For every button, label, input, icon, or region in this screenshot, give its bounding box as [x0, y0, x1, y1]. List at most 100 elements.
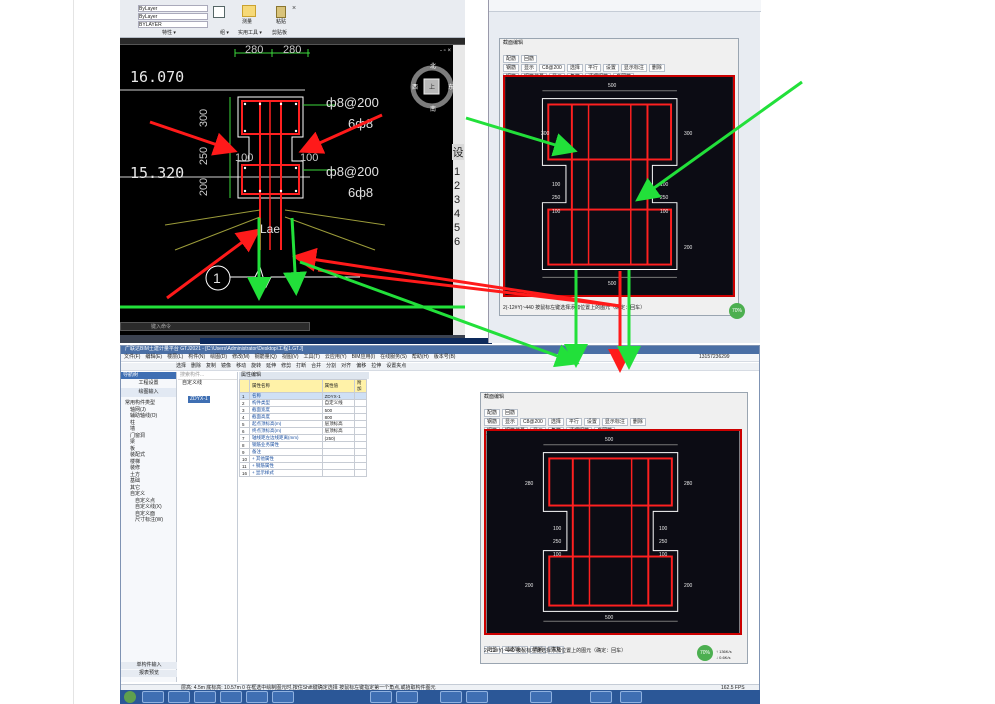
- menu-tools[interactable]: 工具(T): [304, 354, 320, 361]
- task-button-5[interactable]: [246, 691, 268, 703]
- nav-project-settings[interactable]: 工程设置: [121, 379, 176, 388]
- prop-extra-checkbox[interactable]: [354, 392, 367, 400]
- property-row[interactable]: 11 + 钢筋属性: [238, 462, 367, 470]
- property-row[interactable]: 4 截面高度 800: [238, 413, 367, 421]
- tb-move[interactable]: 移动: [236, 363, 246, 370]
- tb-merge[interactable]: 合并: [311, 363, 321, 370]
- task-button-1[interactable]: [142, 691, 164, 703]
- prop-extra-checkbox[interactable]: [354, 462, 367, 470]
- command-line[interactable]: 键入命令: [120, 322, 310, 331]
- task-button-13[interactable]: [620, 691, 642, 703]
- prop-value[interactable]: [321, 462, 356, 470]
- layer-row-3[interactable]: BYLAYER: [138, 21, 208, 28]
- menu-draw[interactable]: 绘图(D): [210, 354, 227, 361]
- property-row[interactable]: 10 + 其他属性: [238, 455, 367, 463]
- tb-extend[interactable]: 延伸: [266, 363, 276, 370]
- component-group[interactable]: 自定义线: [178, 380, 237, 387]
- close-icon[interactable]: ×: [292, 5, 298, 12]
- compass-center[interactable]: 上: [429, 82, 435, 91]
- component-search[interactable]: 搜索构件...: [178, 372, 237, 380]
- tb-offset[interactable]: 偏移: [356, 363, 366, 370]
- task-button-3[interactable]: [194, 691, 216, 703]
- prop-value[interactable]: [321, 441, 356, 449]
- start-button[interactable]: [124, 691, 136, 703]
- tb-select[interactable]: 选择: [176, 363, 186, 370]
- prop-extra-checkbox[interactable]: [354, 441, 367, 449]
- tb-delete[interactable]: 删除: [191, 363, 201, 370]
- nav-report-preview[interactable]: 报表预览: [121, 670, 177, 677]
- prop-extra-checkbox[interactable]: [354, 420, 367, 428]
- tb-grip[interactable]: 设置夹点: [386, 363, 406, 370]
- account-number[interactable]: 13157236299: [699, 354, 730, 361]
- group-icon[interactable]: [213, 6, 225, 18]
- property-row[interactable]: 9 备注: [238, 448, 367, 456]
- property-row[interactable]: 2 构件类型 自定义线: [238, 399, 367, 407]
- nav-single-input[interactable]: 单构件输入: [121, 662, 177, 669]
- prop-extra-checkbox[interactable]: [354, 448, 367, 456]
- dialog-canvas-top[interactable]: [503, 75, 735, 297]
- menu-cloud[interactable]: 云应用(Y): [325, 354, 347, 361]
- window-controls[interactable]: - ▫ ×: [440, 48, 451, 54]
- task-button-11[interactable]: [530, 691, 552, 703]
- property-row[interactable]: 7 轴线距左边线距离(mm) (250): [238, 434, 367, 442]
- menu-help[interactable]: 帮助(H): [412, 354, 429, 361]
- menu-bim[interactable]: BIM应用(I): [352, 354, 376, 361]
- prop-extra-checkbox[interactable]: [354, 413, 367, 421]
- tb-trim[interactable]: 修剪: [281, 363, 291, 370]
- tb-rotate[interactable]: 旋转: [251, 363, 261, 370]
- menu-modify[interactable]: 修改(M): [232, 354, 250, 361]
- task-button-8[interactable]: [396, 691, 418, 703]
- tb-stretch[interactable]: 拉伸: [371, 363, 381, 370]
- component-item-selected[interactable]: ZDYX-1: [188, 396, 210, 403]
- property-row[interactable]: 16 + 显示样式: [238, 469, 367, 477]
- prop-value[interactable]: 自定义线: [321, 399, 356, 407]
- menu-version[interactable]: 版本号(B): [434, 354, 456, 361]
- tb-break[interactable]: 打断: [296, 363, 306, 370]
- menu-view[interactable]: 视图(V): [282, 354, 299, 361]
- task-button-2[interactable]: [168, 691, 190, 703]
- tb-copy[interactable]: 复制: [206, 363, 216, 370]
- property-row[interactable]: 1 名称 ZDYX-1: [238, 392, 367, 400]
- measure-icon[interactable]: [242, 5, 256, 17]
- prop-extra-checkbox[interactable]: [354, 427, 367, 435]
- paste-icon[interactable]: [276, 6, 286, 18]
- prop-value[interactable]: [321, 455, 356, 463]
- property-row[interactable]: 5 起点顶标高(m) 层顶标高: [238, 420, 367, 428]
- property-row[interactable]: 8 钢筋业务属性: [238, 441, 367, 449]
- menu-file[interactable]: 文件(F): [124, 354, 140, 361]
- task-button-7[interactable]: [370, 691, 392, 703]
- tb-mirror[interactable]: 镜像: [221, 363, 231, 370]
- dialog-canvas-bottom[interactable]: [484, 429, 742, 635]
- menu-rebar-qty[interactable]: 钢筋量(Q): [255, 354, 277, 361]
- property-row[interactable]: 6 终点顶标高(m) 层顶标高: [238, 427, 367, 435]
- tree-item[interactable]: 尺寸标注(W): [125, 517, 176, 524]
- task-button-4[interactable]: [220, 691, 242, 703]
- prop-value[interactable]: 500: [321, 406, 356, 414]
- menu-online[interactable]: 在线服务(S): [380, 354, 407, 361]
- properties-tab[interactable]: 属性编辑: [239, 372, 369, 379]
- prop-value[interactable]: (250): [321, 434, 356, 442]
- prop-value[interactable]: 层顶标高: [321, 420, 356, 428]
- task-button-6[interactable]: [272, 691, 294, 703]
- task-button-12[interactable]: [590, 691, 612, 703]
- prop-extra-checkbox[interactable]: [354, 469, 367, 477]
- menu-floor[interactable]: 楼层(L): [167, 354, 183, 361]
- tb-split[interactable]: 分割: [326, 363, 336, 370]
- prop-value[interactable]: 800: [321, 413, 356, 421]
- menu-component[interactable]: 构件(N): [188, 354, 205, 361]
- prop-value[interactable]: [321, 469, 356, 477]
- prop-extra-checkbox[interactable]: [354, 455, 367, 463]
- menu-edit[interactable]: 编辑(E): [145, 354, 162, 361]
- task-button-9[interactable]: [440, 691, 462, 703]
- prop-value[interactable]: ZDYX-1: [321, 392, 356, 400]
- prop-extra-checkbox[interactable]: [354, 399, 367, 407]
- prop-value[interactable]: [321, 448, 356, 456]
- prop-value[interactable]: 层顶标高: [321, 427, 356, 435]
- property-row[interactable]: 3 截面宽度 500: [238, 406, 367, 414]
- tb-align[interactable]: 对齐: [341, 363, 351, 370]
- prop-extra-checkbox[interactable]: [354, 406, 367, 414]
- layer-row-2[interactable]: ByLayer: [138, 13, 208, 20]
- layer-row-1[interactable]: ByLayer: [138, 5, 208, 12]
- prop-extra-checkbox[interactable]: [354, 434, 367, 442]
- nav-draw-input[interactable]: 绘图输入: [121, 388, 176, 397]
